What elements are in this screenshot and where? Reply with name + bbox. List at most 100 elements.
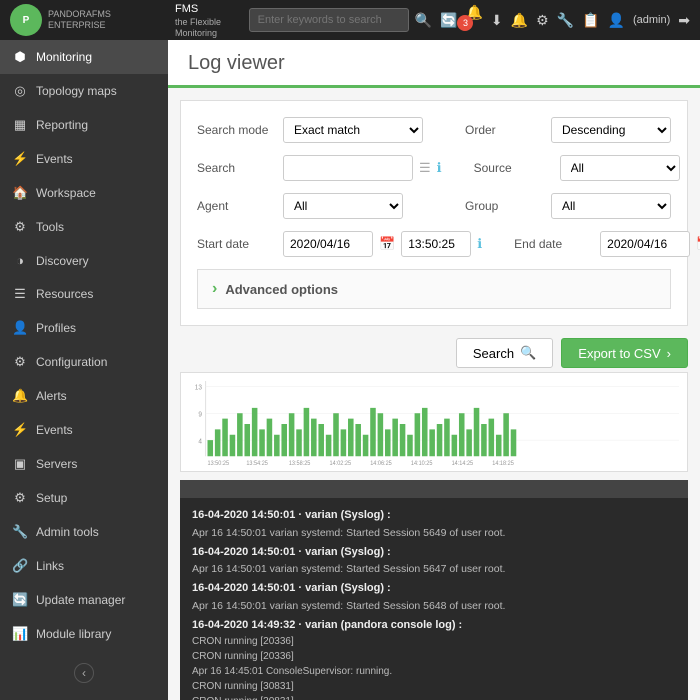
sidebar: ⬢ Monitoring ◎ Topology maps ▦ Reporting… — [0, 40, 168, 700]
admin-tools-icon: 🔧 — [12, 524, 28, 540]
sidebar-label-tools: Tools — [36, 220, 64, 234]
main-content: Log viewer Search mode Exact match Order… — [168, 40, 700, 700]
monitoring-icon: ⬢ — [12, 49, 28, 65]
search-input[interactable] — [283, 155, 413, 181]
advanced-chevron-icon: › — [212, 280, 217, 298]
advanced-options-label: Advanced options — [225, 282, 338, 297]
end-date-calendar-icon[interactable]: 📅 — [696, 236, 700, 252]
export-csv-button[interactable]: Export to CSV › — [561, 338, 688, 368]
sidebar-item-reporting[interactable]: ▦ Reporting — [0, 108, 168, 142]
search-mode-select[interactable]: Exact match — [283, 117, 423, 143]
sidebar-item-events[interactable]: ⚡ Events — [0, 142, 168, 176]
start-date-input[interactable] — [283, 231, 373, 257]
start-date-group: Start date 📅 ℹ — [197, 231, 482, 257]
search-mode-group: Search mode Exact match — [197, 117, 423, 143]
resources-icon: ☰ — [12, 286, 28, 302]
svg-text:9: 9 — [198, 411, 202, 419]
sidebar-item-tools[interactable]: ⚙ Tools — [0, 210, 168, 244]
workspace-icon: 🏠 — [12, 185, 28, 201]
servers-icon: ▣ — [12, 456, 28, 472]
export-button-label: Export to CSV — [578, 346, 660, 361]
sidebar-label-topology-maps: Topology maps — [36, 84, 117, 98]
notification-badge: 3 — [457, 15, 473, 31]
sidebar-item-setup[interactable]: ⚙ Setup — [0, 481, 168, 515]
search-info-icon[interactable]: ℹ — [437, 160, 442, 176]
logout-icon[interactable]: ➡ — [678, 12, 690, 29]
log-area: 16-04-2020 14:50:01 · varian (Syslog) : … — [180, 480, 688, 700]
source-select[interactable]: All — [560, 155, 680, 181]
sidebar-item-alerts[interactable]: 🔔 Alerts — [0, 379, 168, 413]
reporting-icon: ▦ — [12, 117, 28, 133]
svg-text:13:54:25: 13:54:25 — [246, 461, 268, 467]
download-icon[interactable]: ⬇ — [491, 12, 503, 29]
links-icon: 🔗 — [12, 558, 28, 574]
source-group: Source All — [474, 155, 680, 181]
sidebar-item-links[interactable]: 🔗 Links — [0, 549, 168, 583]
discovery-icon: ◑ — [12, 253, 28, 268]
log-entry-title-1: 16-04-2020 14:50:01 · varian (Syslog) : — [192, 543, 676, 562]
user-label: (admin) — [633, 14, 670, 26]
search-icon[interactable]: 🔍 — [415, 12, 432, 29]
sidebar-item-topology-maps[interactable]: ◎ Topology maps — [0, 74, 168, 108]
svg-text:14:14:25: 14:14:25 — [452, 461, 474, 467]
tools-icon: ⚙ — [12, 219, 28, 235]
sidebar-label-resources: Resources — [36, 287, 93, 301]
logo-icon: P — [10, 4, 42, 36]
group-select[interactable]: All — [551, 193, 671, 219]
form-row-2: Search ☰ ℹ Source All — [197, 155, 671, 181]
user-icon[interactable]: 👤 — [608, 12, 625, 29]
sidebar-item-configuration[interactable]: ⚙ Configuration — [0, 345, 168, 379]
chart-area: 13 9 4 — [180, 372, 688, 472]
order-select[interactable]: Descending — [551, 117, 671, 143]
svg-text:14:02:25: 14:02:25 — [330, 461, 352, 467]
start-time-input[interactable] — [401, 231, 471, 257]
sidebar-item-monitoring[interactable]: ⬢ Monitoring — [0, 40, 168, 74]
alert-icon[interactable]: 🔔 — [511, 12, 528, 29]
settings-icon[interactable]: ⚙ — [536, 12, 549, 29]
end-date-input[interactable] — [600, 231, 690, 257]
log-entry-text-3: CRON running [20336] CRON running [20336… — [192, 634, 676, 700]
advanced-options-bar[interactable]: › Advanced options — [197, 269, 671, 309]
svg-text:14:06:25: 14:06:25 — [370, 461, 392, 467]
page-title: Log viewer — [188, 52, 680, 75]
sidebar-item-events2[interactable]: ⚡ Events — [0, 413, 168, 447]
sidebar-label-links: Links — [36, 559, 64, 573]
sidebar-collapse-button[interactable]: ‹ — [74, 663, 94, 683]
search-options-icon[interactable]: ☰ — [419, 160, 431, 176]
update-manager-icon: 🔄 — [12, 592, 28, 608]
sidebar-item-resources[interactable]: ☰ Resources — [0, 277, 168, 311]
search-form: Search mode Exact match Order Descending… — [180, 100, 688, 326]
start-time-info-icon[interactable]: ℹ — [477, 236, 482, 252]
sidebar-item-module-library[interactable]: 📊 Module library — [0, 617, 168, 651]
start-date-label: Start date — [197, 237, 277, 251]
search-mode-label: Search mode — [197, 123, 277, 137]
agent-label: Agent — [197, 199, 277, 213]
log-entry-1: 16-04-2020 14:50:01 · varian (Syslog) : … — [192, 543, 676, 580]
end-date-group: End date 📅 ℹ — [514, 231, 700, 257]
svg-text:13:50:25: 13:50:25 — [207, 461, 229, 467]
copy-icon[interactable]: 📋 — [582, 12, 599, 29]
logo-text: PANDORAFMS ENTERPRISE — [48, 9, 111, 31]
log-entry-text-2: Apr 16 14:50:01 varian systemd: Started … — [192, 598, 676, 616]
svg-text:14:18:25: 14:18:25 — [492, 461, 514, 467]
sidebar-item-profiles[interactable]: 👤 Profiles — [0, 311, 168, 345]
sidebar-item-update-manager[interactable]: 🔄 Update manager — [0, 583, 168, 617]
sidebar-item-workspace[interactable]: 🏠 Workspace — [0, 176, 168, 210]
global-search-input[interactable] — [249, 8, 409, 32]
log-content: 16-04-2020 14:50:01 · varian (Syslog) : … — [180, 498, 688, 700]
group-group: Group All — [465, 193, 671, 219]
svg-text:14:10:25: 14:10:25 — [411, 461, 433, 467]
events-icon: ⚡ — [12, 151, 28, 167]
search-button[interactable]: Search 🔍 — [456, 338, 553, 368]
sidebar-label-events: Events — [36, 152, 73, 166]
sidebar-item-servers[interactable]: ▣ Servers — [0, 447, 168, 481]
agent-select[interactable]: All — [283, 193, 403, 219]
agent-group: Agent All — [197, 193, 403, 219]
tools-icon[interactable]: 🔧 — [557, 12, 574, 29]
sidebar-item-admin-tools[interactable]: 🔧 Admin tools — [0, 515, 168, 549]
refresh-icon[interactable]: 🔄 — [440, 12, 457, 29]
start-date-calendar-icon[interactable]: 📅 — [379, 236, 395, 252]
notification-icon[interactable]: 🔔 3 — [465, 4, 482, 37]
sidebar-item-discovery[interactable]: ◑ Discovery — [0, 244, 168, 277]
log-entry-0: 16-04-2020 14:50:01 · varian (Syslog) : … — [192, 506, 676, 543]
